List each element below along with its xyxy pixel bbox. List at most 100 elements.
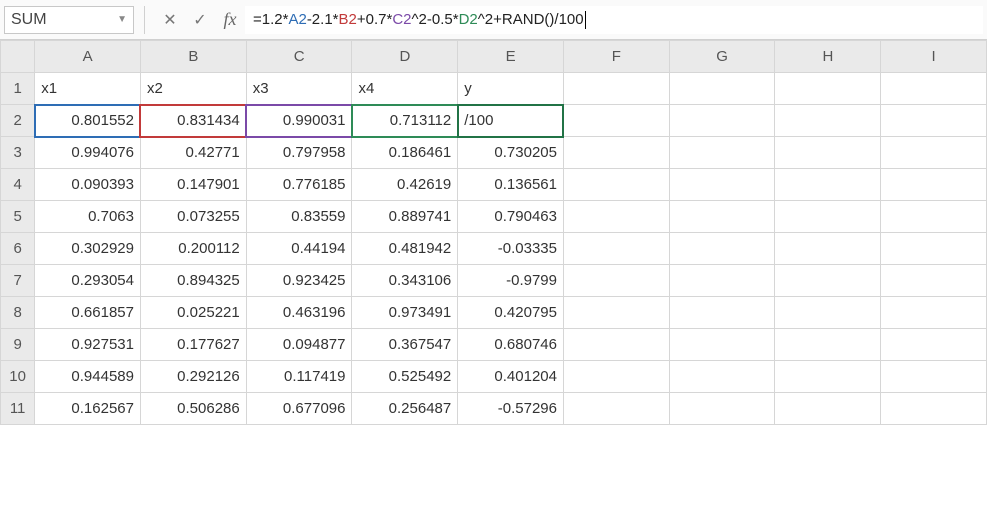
row-header-10[interactable]: 10 xyxy=(1,361,35,393)
cell-F5[interactable] xyxy=(563,201,669,233)
cell-G10[interactable] xyxy=(669,361,775,393)
cell-H8[interactable] xyxy=(775,297,881,329)
cell-D10[interactable]: 0.525492 xyxy=(352,361,458,393)
cell-I11[interactable] xyxy=(881,393,987,425)
row-header-7[interactable]: 7 xyxy=(1,265,35,297)
cell-H5[interactable] xyxy=(775,201,881,233)
cell-B7[interactable]: 0.894325 xyxy=(140,265,246,297)
cell-I10[interactable] xyxy=(881,361,987,393)
cell-D2[interactable]: 0.713112 xyxy=(352,105,458,137)
cell-E9[interactable]: 0.680746 xyxy=(458,329,564,361)
cell-D7[interactable]: 0.343106 xyxy=(352,265,458,297)
cell-I5[interactable] xyxy=(881,201,987,233)
row-header-5[interactable]: 5 xyxy=(1,201,35,233)
cell-F3[interactable] xyxy=(563,137,669,169)
cell-D5[interactable]: 0.889741 xyxy=(352,201,458,233)
cell-E4[interactable]: 0.136561 xyxy=(458,169,564,201)
cell-B9[interactable]: 0.177627 xyxy=(140,329,246,361)
cell-C2[interactable]: 0.990031 xyxy=(246,105,352,137)
cell-C3[interactable]: 0.797958 xyxy=(246,137,352,169)
col-header-F[interactable]: F xyxy=(563,41,669,73)
cell-D9[interactable]: 0.367547 xyxy=(352,329,458,361)
cell-G8[interactable] xyxy=(669,297,775,329)
cell-H6[interactable] xyxy=(775,233,881,265)
cell-D3[interactable]: 0.186461 xyxy=(352,137,458,169)
cell-B3[interactable]: 0.42771 xyxy=(140,137,246,169)
cell-I9[interactable] xyxy=(881,329,987,361)
row-header-11[interactable]: 11 xyxy=(1,393,35,425)
cell-H7[interactable] xyxy=(775,265,881,297)
cell-B1[interactable]: x2 xyxy=(140,73,246,105)
row-header-9[interactable]: 9 xyxy=(1,329,35,361)
cell-A1[interactable]: x1 xyxy=(35,73,141,105)
cell-A8[interactable]: 0.661857 xyxy=(35,297,141,329)
col-header-C[interactable]: C xyxy=(246,41,352,73)
cell-C6[interactable]: 0.44194 xyxy=(246,233,352,265)
cell-G1[interactable] xyxy=(669,73,775,105)
cell-I7[interactable] xyxy=(881,265,987,297)
cell-F10[interactable] xyxy=(563,361,669,393)
row-header-1[interactable]: 1 xyxy=(1,73,35,105)
name-box[interactable]: SUM ▼ xyxy=(4,6,134,34)
cell-D1[interactable]: x4 xyxy=(352,73,458,105)
cell-F2[interactable] xyxy=(563,105,669,137)
cell-A11[interactable]: 0.162567 xyxy=(35,393,141,425)
col-header-B[interactable]: B xyxy=(140,41,246,73)
cell-C8[interactable]: 0.463196 xyxy=(246,297,352,329)
cell-D11[interactable]: 0.256487 xyxy=(352,393,458,425)
select-all-corner[interactable] xyxy=(1,41,35,73)
cell-B4[interactable]: 0.147901 xyxy=(140,169,246,201)
cell-C4[interactable]: 0.776185 xyxy=(246,169,352,201)
cell-C9[interactable]: 0.094877 xyxy=(246,329,352,361)
cell-A5[interactable]: 0.7063 xyxy=(35,201,141,233)
cell-G5[interactable] xyxy=(669,201,775,233)
cell-H11[interactable] xyxy=(775,393,881,425)
cell-C10[interactable]: 0.117419 xyxy=(246,361,352,393)
cell-E10[interactable]: 0.401204 xyxy=(458,361,564,393)
cell-B6[interactable]: 0.200112 xyxy=(140,233,246,265)
row-header-8[interactable]: 8 xyxy=(1,297,35,329)
cell-G7[interactable] xyxy=(669,265,775,297)
cell-H4[interactable] xyxy=(775,169,881,201)
cell-H2[interactable] xyxy=(775,105,881,137)
cell-E7[interactable]: -0.9799 xyxy=(458,265,564,297)
col-header-G[interactable]: G xyxy=(669,41,775,73)
cell-G9[interactable] xyxy=(669,329,775,361)
insert-function-button[interactable]: fx xyxy=(215,6,245,34)
formula-input[interactable]: =1.2*A2-2.1*B2+0.7*C2^2-0.5*D2^2+RAND()/… xyxy=(245,6,983,34)
cell-H10[interactable] xyxy=(775,361,881,393)
cell-G2[interactable] xyxy=(669,105,775,137)
cell-D6[interactable]: 0.481942 xyxy=(352,233,458,265)
cell-I2[interactable] xyxy=(881,105,987,137)
cell-A2[interactable]: 0.801552 xyxy=(35,105,141,137)
cell-A3[interactable]: 0.994076 xyxy=(35,137,141,169)
cell-F4[interactable] xyxy=(563,169,669,201)
cell-F7[interactable] xyxy=(563,265,669,297)
row-header-2[interactable]: 2 xyxy=(1,105,35,137)
cell-I4[interactable] xyxy=(881,169,987,201)
cell-B2[interactable]: 0.831434 xyxy=(140,105,246,137)
row-header-6[interactable]: 6 xyxy=(1,233,35,265)
cell-G11[interactable] xyxy=(669,393,775,425)
cell-E3[interactable]: 0.730205 xyxy=(458,137,564,169)
cell-G4[interactable] xyxy=(669,169,775,201)
cell-B8[interactable]: 0.025221 xyxy=(140,297,246,329)
cell-E2-editing[interactable]: /100 xyxy=(458,105,564,137)
col-header-D[interactable]: D xyxy=(352,41,458,73)
confirm-formula-button[interactable]: ✓ xyxy=(185,6,215,34)
chevron-down-icon[interactable]: ▼ xyxy=(117,14,127,25)
row-header-4[interactable]: 4 xyxy=(1,169,35,201)
col-header-E[interactable]: E xyxy=(458,41,564,73)
cell-I3[interactable] xyxy=(881,137,987,169)
cell-E5[interactable]: 0.790463 xyxy=(458,201,564,233)
cell-C7[interactable]: 0.923425 xyxy=(246,265,352,297)
cell-E8[interactable]: 0.420795 xyxy=(458,297,564,329)
cell-I1[interactable] xyxy=(881,73,987,105)
cancel-formula-button[interactable]: ✕ xyxy=(155,6,185,34)
cell-A6[interactable]: 0.302929 xyxy=(35,233,141,265)
cell-E11[interactable]: -0.57296 xyxy=(458,393,564,425)
cell-A9[interactable]: 0.927531 xyxy=(35,329,141,361)
col-header-A[interactable]: A xyxy=(35,41,141,73)
cell-H9[interactable] xyxy=(775,329,881,361)
col-header-I[interactable]: I xyxy=(881,41,987,73)
